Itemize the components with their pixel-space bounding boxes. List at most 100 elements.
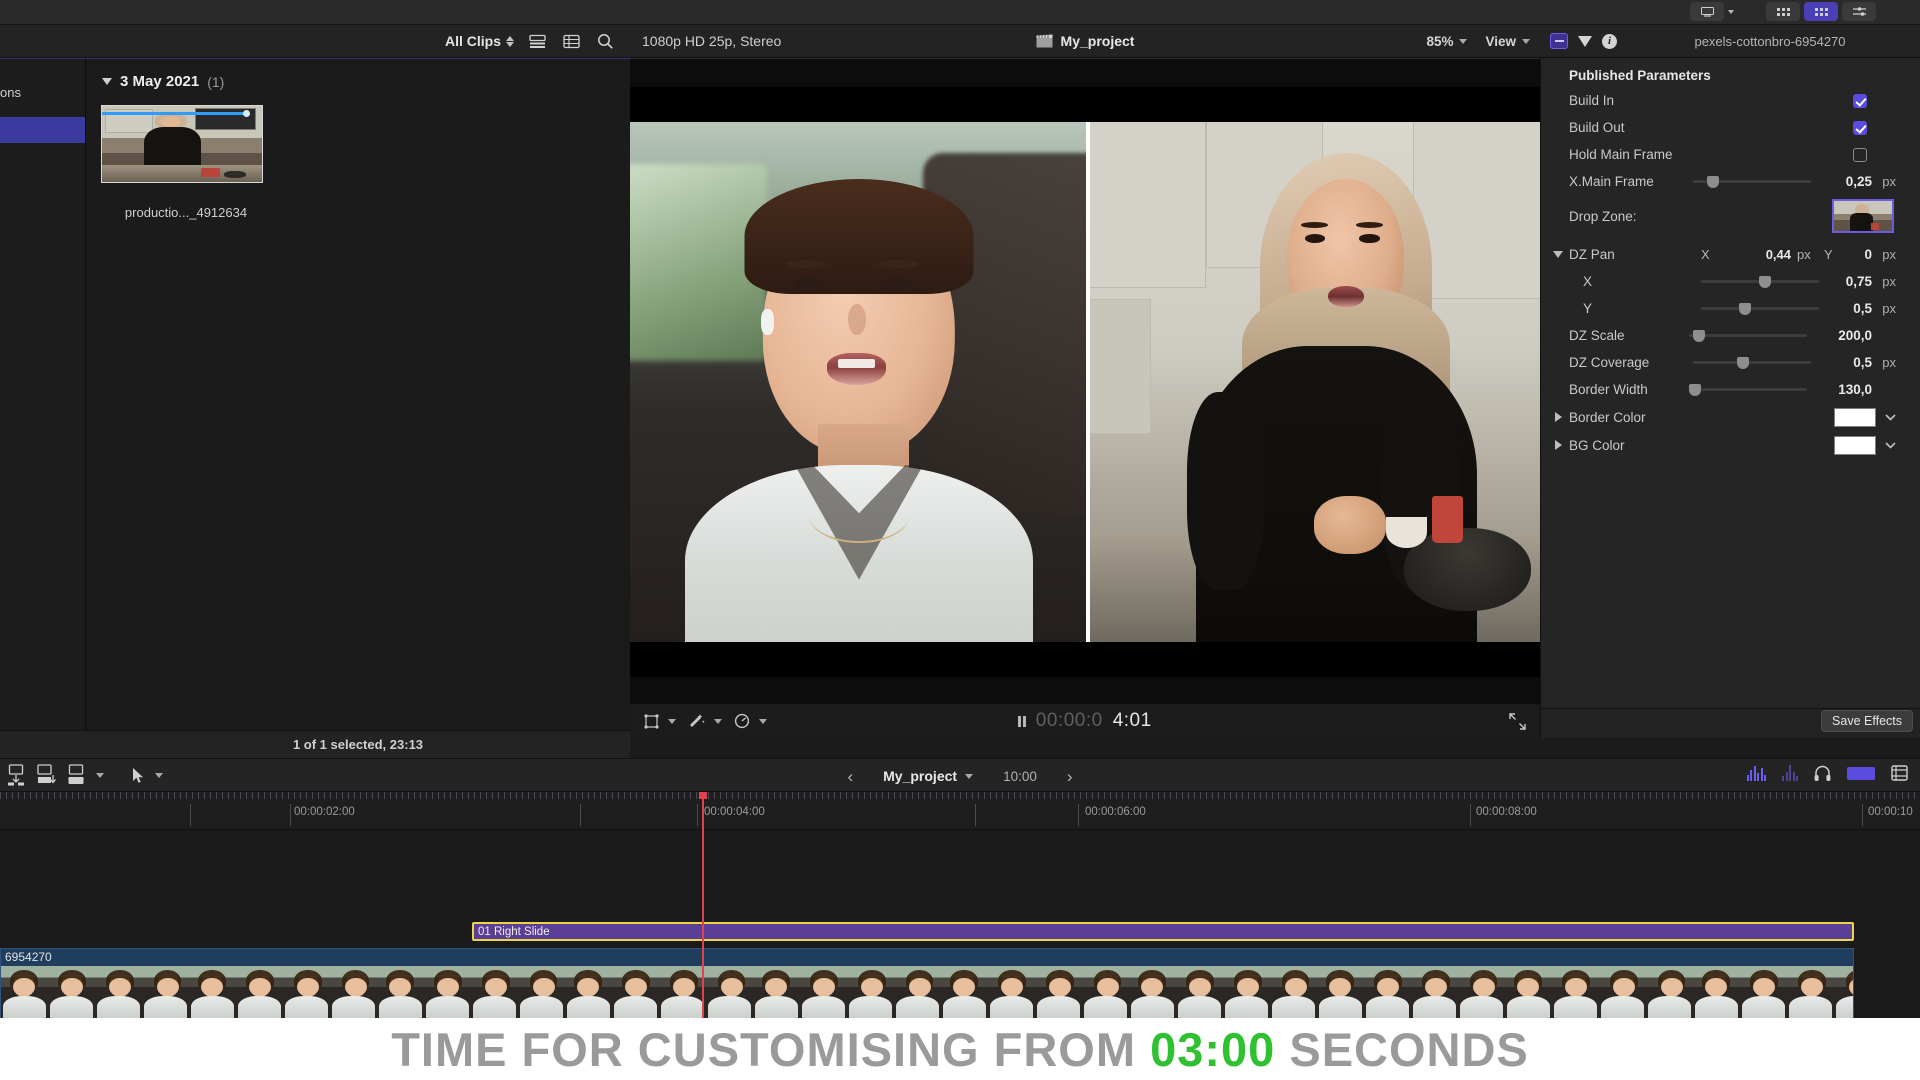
inspector-row-dz-coverage[interactable]: DZ Coverage 0,5 px	[1541, 349, 1920, 376]
inspector-row-x-main-frame[interactable]: X.Main Frame 0,25 px	[1541, 168, 1920, 195]
hold-main-frame-checkbox[interactable]	[1853, 147, 1867, 162]
browser-clip-thumbnail[interactable]	[101, 105, 263, 183]
timeline-ruler[interactable]: 00:00:02:00 00:00:04:00 00:00:06:00 00:0…	[0, 792, 1920, 830]
timeline-project-menu[interactable]: My_project	[883, 768, 974, 784]
dz-scale-slider-knob[interactable]	[1693, 329, 1705, 342]
filmstrip-frame	[283, 966, 330, 1019]
dz-pan-y-unit: px	[1882, 247, 1896, 262]
border-width-slider[interactable]	[1689, 388, 1807, 391]
dz-coverage-slider[interactable]	[1693, 361, 1811, 364]
dz-scale-value[interactable]: 200,0	[1838, 328, 1872, 343]
dz-pan-y-slider[interactable]	[1701, 307, 1819, 310]
filmstrip-frame	[1082, 966, 1129, 1019]
inspector-row-dz-scale[interactable]: DZ Scale 200,0	[1541, 322, 1920, 349]
x-main-frame-value[interactable]: 0,25	[1846, 174, 1872, 189]
sidebar-item-selected[interactable]	[0, 117, 85, 143]
audio-level-icon[interactable]	[1847, 766, 1875, 780]
top-bar-left-group[interactable]	[1690, 2, 1734, 21]
stepper-icon[interactable]	[506, 35, 514, 47]
previous-project-button[interactable]: ‹	[847, 768, 853, 785]
ruler-label: 00:00:04:00	[704, 806, 765, 818]
filmstrip-view-icon[interactable]	[560, 30, 582, 52]
timeline-video-clip-label: 6954270	[5, 950, 52, 964]
dz-coverage-slider-knob[interactable]	[1737, 356, 1749, 369]
drop-zone-thumbnail[interactable]	[1832, 199, 1894, 233]
next-project-button[interactable]: ›	[1067, 768, 1073, 785]
border-color-swatch[interactable]	[1834, 407, 1876, 427]
dz-pan-y-row-unit: px	[1882, 301, 1896, 316]
dz-pan-x-row-value[interactable]: 0,75	[1846, 274, 1872, 289]
bg-color-swatch[interactable]	[1834, 435, 1876, 455]
dz-coverage-value[interactable]: 0,5	[1853, 355, 1872, 370]
chevron-down-icon[interactable]	[1885, 413, 1896, 421]
disclosure-triangle-icon[interactable]	[1553, 251, 1563, 258]
timeline-toggle-button[interactable]	[1804, 2, 1838, 21]
save-effect-button[interactable]: Save Effects	[1821, 710, 1913, 732]
audio-meter-icon[interactable]	[1746, 765, 1766, 781]
build-in-checkbox[interactable]	[1853, 93, 1867, 108]
inspector-row-bg-color[interactable]: BG Color	[1541, 431, 1920, 459]
filmstrip-frame	[894, 966, 941, 1019]
filter-inspector-icon[interactable]	[1578, 35, 1592, 47]
inspector-row-dz-pan[interactable]: DZ Pan X 0,44 px Y 0 px	[1541, 241, 1920, 268]
build-out-checkbox[interactable]	[1853, 120, 1867, 135]
filmstrip-frame	[1787, 966, 1834, 1019]
clip-scrubber[interactable]	[102, 110, 262, 117]
dz-pan-y-value[interactable]: 0	[1864, 247, 1872, 262]
inspector-row-build-in[interactable]: Build In	[1541, 87, 1920, 114]
inspector-row-border-color[interactable]: Border Color	[1541, 403, 1920, 431]
browser-toggle-button[interactable]	[1766, 2, 1800, 21]
list-view-icon[interactable]	[526, 30, 548, 52]
browser-group-header[interactable]: 3 May 2021 (1)	[86, 59, 630, 90]
headphones-icon[interactable]	[1814, 765, 1831, 781]
dz-pan-x-value[interactable]: 0,44	[1731, 247, 1791, 262]
filmstrip-frame	[518, 966, 565, 1019]
search-icon[interactable]	[594, 30, 616, 52]
inspector-row-dz-pan-x[interactable]: X 0,75 px	[1541, 268, 1920, 295]
dz-pan-y-slider-knob[interactable]	[1739, 302, 1751, 315]
inspector-row-dz-pan-y[interactable]: Y 0,5 px	[1541, 295, 1920, 322]
viewer-canvas[interactable]	[630, 87, 1540, 677]
viewer-project-indicator[interactable]: My_project	[630, 33, 1540, 49]
index-icon[interactable]	[1891, 765, 1908, 781]
timeline-playhead[interactable]	[702, 792, 704, 1018]
border-width-slider-knob[interactable]	[1689, 383, 1701, 396]
info-inspector-icon[interactable]: i	[1602, 33, 1617, 49]
chevron-down-icon[interactable]	[1885, 441, 1896, 449]
viewer-timecode[interactable]: 00:00:0 4:01	[630, 709, 1800, 733]
dz-scale-slider[interactable]	[1689, 334, 1807, 337]
view-menu[interactable]: View	[1485, 34, 1530, 49]
dz-pan-y-axis-label: Y	[1824, 247, 1833, 262]
disclosure-triangle-icon[interactable]	[1555, 412, 1562, 422]
sidebar-item-events[interactable]: ons	[0, 79, 85, 105]
dz-pan-x-slider-knob[interactable]	[1759, 275, 1771, 288]
zoom-level-menu[interactable]: 85%	[1426, 34, 1468, 49]
dz-pan-y-row-value[interactable]: 0,5	[1853, 301, 1872, 316]
ruler-label: 00:00:02:00	[294, 806, 355, 818]
expand-icon[interactable]	[1509, 712, 1526, 730]
inspector-row-build-out[interactable]: Build Out	[1541, 114, 1920, 141]
inspector-row-hold-main-frame[interactable]: Hold Main Frame	[1541, 141, 1920, 168]
top-bar-right-group[interactable]	[1766, 2, 1876, 21]
video-inspector-icon[interactable]	[1550, 33, 1568, 49]
border-width-value[interactable]: 130,0	[1838, 382, 1872, 397]
chevron-down-icon[interactable]	[1728, 9, 1734, 14]
audio-skimming-icon[interactable]	[1782, 765, 1798, 781]
filmstrip-frame	[330, 966, 377, 1019]
timeline-tracks[interactable]: 01 Right Slide 6954270	[0, 830, 1920, 1019]
timeline-playhead-handle[interactable]	[699, 792, 707, 799]
disclosure-triangle-icon[interactable]	[102, 78, 112, 85]
all-clips-filter[interactable]: All Clips	[445, 33, 514, 49]
disclosure-triangle-icon[interactable]	[1555, 440, 1562, 450]
inspector-row-drop-zone[interactable]: Drop Zone:	[1541, 195, 1920, 237]
pause-icon[interactable]	[1018, 715, 1026, 727]
effects-toggle-button[interactable]	[1842, 2, 1876, 21]
drop-zone-border	[1086, 122, 1090, 642]
drop-zone-left-video	[630, 122, 1088, 642]
timeline-title-clip[interactable]: 01 Right Slide	[472, 922, 1854, 941]
clip-scrubber-knob[interactable]	[242, 110, 250, 117]
inspector-row-border-width[interactable]: Border Width 130,0	[1541, 376, 1920, 403]
display-mode-button[interactable]	[1690, 2, 1724, 21]
timeline-video-clip[interactable]: 6954270	[0, 948, 1854, 1019]
x-main-frame-slider-knob[interactable]	[1707, 175, 1719, 188]
